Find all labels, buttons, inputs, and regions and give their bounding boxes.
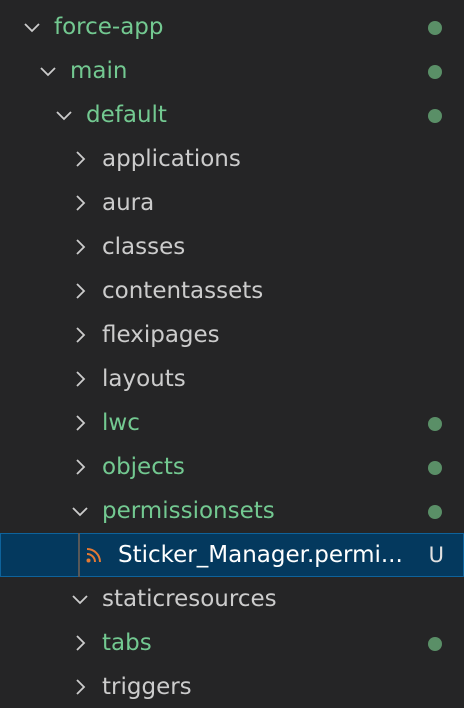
modified-indicator [428,21,442,35]
chevron-right-icon [70,457,90,477]
tree-item-label: contentassets [102,278,264,304]
tree-item-label: classes [102,234,186,260]
tree-item-label: applications [102,146,241,172]
untracked-status-badge: U [428,543,444,567]
chevron-down-icon [38,61,58,81]
tree-item-label: flexipages [102,322,220,348]
tree-item-classes[interactable]: classes [0,225,464,269]
tree-item-sticker-manager-file[interactable]: Sticker_Manager.permi... U [0,533,464,577]
tree-item-default[interactable]: default [0,93,464,137]
tree-item-triggers[interactable]: triggers [0,665,464,708]
chevron-right-icon [70,413,90,433]
chevron-down-icon [54,105,74,125]
tree-item-label: default [86,102,167,128]
tree-item-lwc[interactable]: lwc [0,401,464,445]
modified-indicator [428,461,442,475]
indent-guide [78,533,80,577]
modified-indicator [428,637,442,651]
chevron-right-icon [70,281,90,301]
tree-item-label: permissionsets [102,498,275,524]
tree-item-label: tabs [102,630,152,656]
chevron-right-icon [70,677,90,697]
tree-item-label: main [70,58,128,84]
chevron-right-icon [70,193,90,213]
tree-item-flexipages[interactable]: flexipages [0,313,464,357]
chevron-right-icon [70,325,90,345]
tree-item-contentassets[interactable]: contentassets [0,269,464,313]
tree-item-force-app[interactable]: force-app [0,5,464,49]
tree-item-label: triggers [102,674,192,700]
rss-icon [84,545,104,565]
tree-item-layouts[interactable]: layouts [0,357,464,401]
modified-indicator [428,505,442,519]
tree-item-aura[interactable]: aura [0,181,464,225]
tree-item-label: objects [102,454,185,480]
chevron-down-icon [70,501,90,521]
chevron-down-icon [70,589,90,609]
tree-item-label: layouts [102,366,186,392]
modified-indicator [428,65,442,79]
chevron-right-icon [70,369,90,389]
tree-item-label: staticresources [102,586,277,612]
tree-item-objects[interactable]: objects [0,445,464,489]
chevron-right-icon [70,633,90,653]
tree-item-staticresources[interactable]: staticresources [0,577,464,621]
tree-item-label: aura [102,190,155,216]
tree-item-label: Sticker_Manager.permi... [118,542,403,568]
tree-item-main[interactable]: main [0,49,464,93]
chevron-down-icon [22,17,42,37]
tree-item-tabs[interactable]: tabs [0,621,464,665]
chevron-right-icon [70,237,90,257]
tree-item-applications[interactable]: applications [0,137,464,181]
tree-item-label: lwc [102,410,140,436]
tree-item-permissionsets[interactable]: permissionsets [0,489,464,533]
modified-indicator [428,109,442,123]
modified-indicator [428,417,442,431]
chevron-right-icon [70,149,90,169]
file-explorer-tree: force-app main default applications aura [0,0,464,708]
tree-item-label: force-app [54,14,164,40]
